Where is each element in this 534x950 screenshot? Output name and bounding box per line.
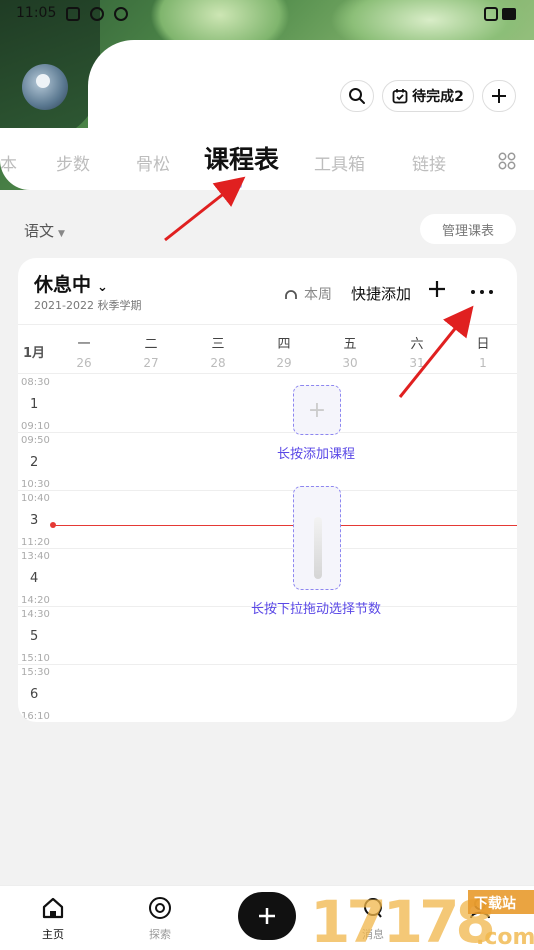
tab-bone[interactable]: 骨松 <box>136 150 170 175</box>
tab-steps[interactable]: 步数 <box>56 150 90 175</box>
day-column-header: 日1 <box>476 337 490 370</box>
nav-explore-label: 探索 <box>149 928 171 941</box>
nav-messages-label: 消息 <box>362 928 384 941</box>
day-column-header: 四 29 <box>276 337 292 370</box>
home-icon <box>42 897 64 919</box>
more-icon <box>471 290 493 294</box>
pending-tasks-button[interactable]: 待完成2 <box>382 80 474 112</box>
more-options-button[interactable] <box>470 280 494 301</box>
schedule-status[interactable]: 休息中 ⌄ <box>34 270 108 297</box>
this-week-button[interactable]: 本周 <box>284 284 332 304</box>
nav-home-label: 主页 <box>42 928 64 941</box>
quick-add-button[interactable]: 快捷添加 <box>351 283 411 304</box>
day-column-header: 二 27 <box>143 337 159 370</box>
nav-profile[interactable] <box>450 896 510 926</box>
bottom-navigation: 主页 探索 消息 <box>0 885 534 950</box>
tab-timetable[interactable]: 课程表 <box>204 140 279 176</box>
tab-bar: 本 步数 骨松 课程表 工具箱 链接 <box>0 138 534 182</box>
plus-icon <box>492 89 506 103</box>
status-time: 11:05 <box>16 5 57 21</box>
term-label: 2021-2022 秋季学期 <box>34 299 142 312</box>
pending-label: 待完成2 <box>412 89 464 105</box>
moon-icon <box>36 74 50 88</box>
add-course-hint: 长按添加课程 <box>276 447 355 462</box>
calendar-check-icon <box>392 89 408 104</box>
refresh-icon <box>285 290 297 299</box>
create-button[interactable] <box>238 892 296 940</box>
battery-icon <box>484 7 516 21</box>
week-header: 1月 一 26 二 27 三 28 四 29 五 30 六 31 日1 <box>18 324 517 374</box>
tab-indicator <box>238 178 242 188</box>
schedule-title: 休息中 <box>34 274 92 296</box>
chevron-down-icon: ⌄ <box>97 280 108 295</box>
nav-messages[interactable]: 消息 <box>343 896 403 942</box>
grid-menu-icon[interactable] <box>498 152 516 170</box>
message-icon <box>364 898 382 918</box>
timetable-card: 休息中 ⌄ 2021-2022 秋季学期 本周 快捷添加 1月 一 26 二 27 三… <box>18 258 517 722</box>
caret-down-icon: ▼ <box>58 229 65 239</box>
search-icon <box>349 88 365 104</box>
day-column-header: 五 30 <box>342 337 358 370</box>
status-bar: 11:05 <box>0 0 534 28</box>
current-time-dot <box>50 522 56 528</box>
plus-icon <box>259 908 275 924</box>
day-column-header: 一 26 <box>76 337 92 370</box>
avatar[interactable] <box>22 64 68 110</box>
month-label: 1月 <box>23 346 46 361</box>
subject-selector[interactable]: 语文 ▼ <box>24 220 65 241</box>
nav-home[interactable]: 主页 <box>23 896 83 942</box>
drag-select-hint: 长按下拉拖动选择节数 <box>250 602 381 617</box>
notification-icon <box>114 7 128 21</box>
week-label: 本周 <box>304 287 332 303</box>
period-row[interactable]: 08:30 1 09:10 <box>18 375 517 433</box>
nav-explore[interactable]: 探索 <box>130 896 190 942</box>
annotation-arrow <box>164 176 246 242</box>
plus-icon <box>429 281 445 297</box>
notification-icon <box>66 7 80 21</box>
period-row[interactable]: 10:40 3 11:20 <box>18 491 517 549</box>
current-time-line <box>53 525 517 526</box>
add-course-slot[interactable]: + <box>293 385 341 435</box>
explore-icon <box>149 897 171 919</box>
tab-links[interactable]: 链接 <box>412 150 446 175</box>
notification-icon <box>90 7 104 21</box>
day-column-header: 三 28 <box>210 337 226 370</box>
period-row[interactable]: 15:30 6 16:10 <box>18 665 517 722</box>
add-button[interactable] <box>482 80 516 112</box>
drag-select-slot[interactable] <box>293 486 341 590</box>
subject-label: 语文 <box>24 222 55 240</box>
tab-partial[interactable]: 本 <box>0 150 17 175</box>
period-row[interactable]: 09:50 2 10:30 <box>18 433 517 491</box>
day-column-header: 六 31 <box>409 337 425 370</box>
search-button[interactable] <box>340 80 374 112</box>
manage-timetable-button[interactable]: 管理课表 <box>420 214 516 244</box>
profile-icon <box>470 898 490 919</box>
add-course-button[interactable] <box>428 279 446 301</box>
tab-toolbox[interactable]: 工具箱 <box>314 150 365 175</box>
drag-handle[interactable] <box>314 517 322 579</box>
